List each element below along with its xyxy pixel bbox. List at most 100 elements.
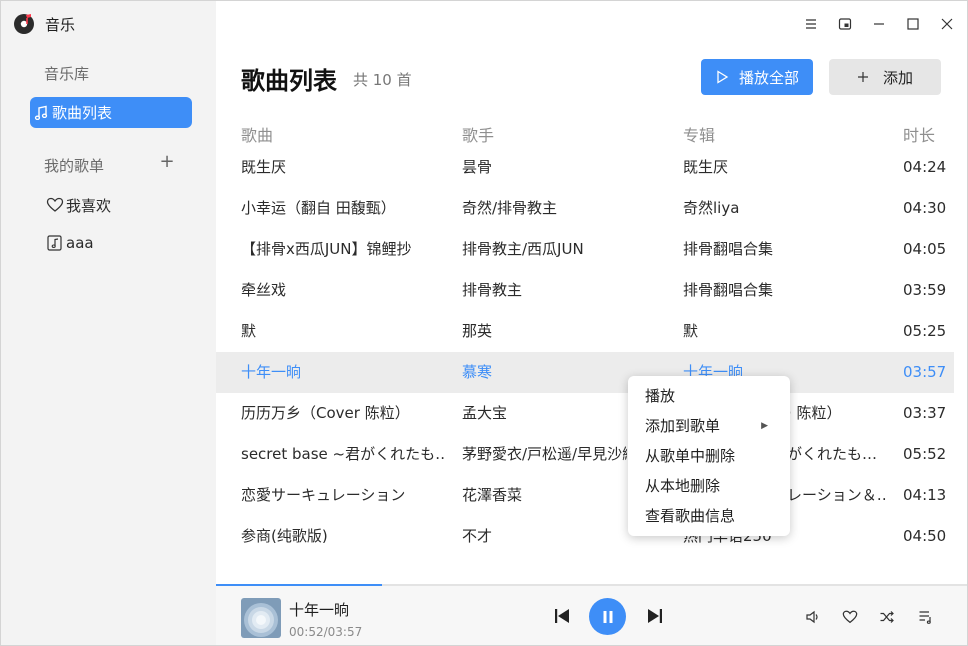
pause-button[interactable] xyxy=(589,598,626,635)
duration-cell: 04:24 xyxy=(903,158,947,176)
sidebar-item-label: 音乐库 xyxy=(44,65,90,83)
artist-cell: 排骨教主 xyxy=(462,281,523,299)
album-cell: 奇然liya xyxy=(683,199,740,217)
album-cell: 既生厌 xyxy=(683,158,729,176)
table-row[interactable]: 小幸运（翻自 田馥甄） 奇然/排骨教主 奇然liya 04:30 xyxy=(216,188,954,229)
page-title: 歌曲列表 xyxy=(241,67,337,95)
artist-cell: 昙骨 xyxy=(462,158,493,176)
album-cell: 默 xyxy=(683,322,699,340)
column-header-artist[interactable]: 歌手 xyxy=(462,122,494,146)
column-header-song[interactable]: 歌曲 xyxy=(241,122,273,146)
artist-cell: 奇然/排骨教主 xyxy=(462,199,558,217)
minimize-button[interactable] xyxy=(868,13,890,35)
table-row[interactable]: 牵丝戏 排骨教主 排骨翻唱合集 03:59 xyxy=(216,270,954,311)
context-menu: 播放 添加到歌单 ▶ 从歌单中删除 从本地删除 查看歌曲信息 xyxy=(628,376,790,536)
sidebar: 音乐 音乐库 歌曲列表 我的歌单 + 我喜欢 aaa xyxy=(1,1,216,645)
table-row[interactable]: 恋愛サーキュレーション 花澤香菜 レーション＆… 04:13 xyxy=(216,475,954,516)
maximize-icon xyxy=(907,18,919,30)
menu-button[interactable] xyxy=(800,13,822,35)
mini-mode-icon xyxy=(838,18,852,30)
menu-item-add-to-playlist[interactable]: 添加到歌单 ▶ xyxy=(628,411,790,441)
minimize-icon xyxy=(874,23,884,25)
app-logo-icon xyxy=(14,14,34,34)
play-all-button[interactable]: 播放全部 xyxy=(701,59,813,95)
playlist-item-aaa[interactable]: aaa xyxy=(46,232,94,254)
artist-cell: 那英 xyxy=(462,322,493,340)
menu-item-label: 从歌单中删除 xyxy=(645,447,736,465)
duration-cell: 04:05 xyxy=(903,240,947,258)
close-button[interactable] xyxy=(936,13,958,35)
close-icon xyxy=(941,18,953,30)
playlist-item-label: aaa xyxy=(66,234,94,252)
table-row-playing[interactable]: 十年一晌 慕寒 十年一晌 03:57 xyxy=(216,352,954,393)
shuffle-button[interactable] xyxy=(877,607,897,627)
favorite-button[interactable] xyxy=(840,607,860,627)
previous-button[interactable] xyxy=(552,606,572,626)
album-cell: · 陈粒） xyxy=(787,404,842,422)
column-header-duration[interactable]: 时长 xyxy=(903,122,935,146)
volume-icon xyxy=(806,610,818,624)
menu-item-song-info[interactable]: 查看歌曲信息 xyxy=(628,501,790,531)
table-row[interactable]: 默 那英 默 05:25 xyxy=(216,311,954,352)
app-title: 音乐 xyxy=(13,13,75,35)
duration-cell: 05:25 xyxy=(903,322,947,340)
player-bar: 十年一晌 00:52/03:57 xyxy=(216,584,967,645)
album-cell: レーション＆… xyxy=(787,486,887,504)
table-row[interactable]: secret base ~君がくれたも… 茅野愛衣/戸松遥/早見沙織 がくれたも… xyxy=(216,434,954,475)
app-window: 音乐 音乐库 歌曲列表 我的歌单 + 我喜欢 aaa 歌曲列表 共 10 首 播… xyxy=(0,0,968,646)
pause-icon xyxy=(603,610,612,623)
song-title-cell: 历历万乡（Cover 陈粒） xyxy=(241,404,410,422)
duration-cell: 04:50 xyxy=(903,527,947,545)
song-title-cell: 恋愛サーキュレーション xyxy=(241,486,406,504)
add-playlist-button[interactable]: + xyxy=(158,153,176,171)
song-title-cell: secret base ~君がくれたも… xyxy=(241,445,446,463)
duration-cell: 03:37 xyxy=(903,404,947,422)
sidebar-item-song-list[interactable]: 歌曲列表 xyxy=(30,97,192,128)
play-queue-button[interactable] xyxy=(916,607,936,627)
song-title-cell: 小幸运（翻自 田馥甄） xyxy=(241,199,396,217)
menu-item-label: 播放 xyxy=(645,387,676,405)
table-row[interactable]: 历历万乡（Cover 陈粒） 孟大宝 · 陈粒） 03:37 xyxy=(216,393,954,434)
progress-fill xyxy=(216,584,382,586)
song-title-cell: 参商(纯歌版) xyxy=(241,527,328,545)
playlist-queue-icon xyxy=(919,611,931,624)
play-all-label: 播放全部 xyxy=(738,68,799,87)
menu-item-play[interactable]: 播放 xyxy=(628,381,790,411)
play-icon xyxy=(717,70,729,84)
menu-item-remove-from-playlist[interactable]: 从歌单中删除 xyxy=(628,441,790,471)
column-header-album[interactable]: 专辑 xyxy=(683,122,715,146)
menu-item-delete-local[interactable]: 从本地删除 xyxy=(628,471,790,501)
sidebar-item-label: 歌曲列表 xyxy=(52,104,113,122)
duration-cell: 03:59 xyxy=(903,281,947,299)
plus-icon xyxy=(857,72,868,82)
duration-cell: 05:52 xyxy=(903,445,947,463)
table-row[interactable]: 参商(纯歌版) 不才 热门华语250 04:50 xyxy=(216,516,954,557)
album-cover[interactable] xyxy=(241,598,281,638)
app-name: 音乐 xyxy=(45,15,76,34)
album-cell: 排骨翻唱合集 xyxy=(683,240,774,258)
song-title-cell: 十年一晌 xyxy=(241,363,302,381)
album-cover-art xyxy=(241,598,281,638)
my-playlists-heading: 我的歌单 xyxy=(44,157,105,175)
maximize-button[interactable] xyxy=(902,13,924,35)
skip-previous-icon xyxy=(555,609,569,623)
progress-bar[interactable] xyxy=(216,584,967,586)
mini-mode-button[interactable] xyxy=(834,13,856,35)
table-row[interactable]: 【排骨x西瓜JUN】锦鲤抄 排骨教主/西瓜JUN 排骨翻唱合集 04:05 xyxy=(216,229,954,270)
sidebar-item-library[interactable]: 音乐库 xyxy=(30,58,192,89)
album-cell: 排骨翻唱合集 xyxy=(683,281,774,299)
playlist-item-favorites[interactable]: 我喜欢 xyxy=(46,194,111,216)
table-row[interactable]: 既生厌 昙骨 既生厌 04:24 xyxy=(216,147,954,188)
add-button[interactable]: 添加 xyxy=(829,59,941,95)
song-count: 共 10 首 xyxy=(353,71,412,89)
menu-item-label: 查看歌曲信息 xyxy=(645,507,736,525)
song-title-cell: 既生厌 xyxy=(241,158,287,176)
artist-cell: 茅野愛衣/戸松遥/早見沙織 xyxy=(462,445,627,463)
hamburger-menu-icon xyxy=(806,19,816,29)
song-title-cell: 牵丝戏 xyxy=(241,281,287,299)
heart-icon xyxy=(46,196,64,214)
song-title-cell: 【排骨x西瓜JUN】锦鲤抄 xyxy=(241,240,412,258)
volume-button[interactable] xyxy=(803,607,823,627)
artist-cell: 排骨教主/西瓜JUN xyxy=(462,240,584,258)
next-button[interactable] xyxy=(645,606,665,626)
